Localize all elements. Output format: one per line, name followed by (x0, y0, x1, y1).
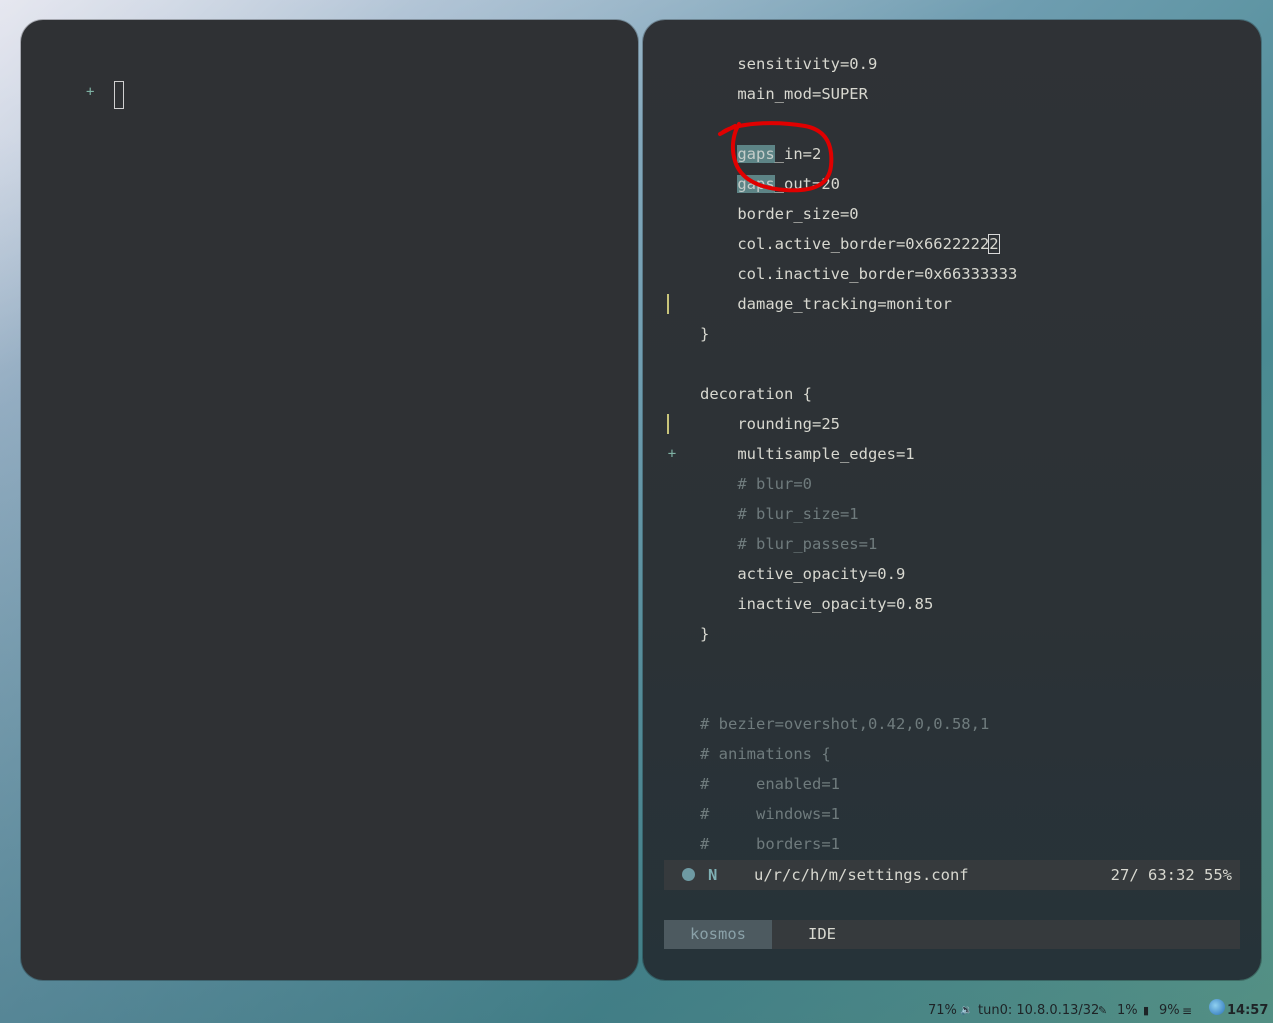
line-text: multisample_edges=1 (700, 445, 915, 463)
editor-line[interactable]: # blur=0 (664, 469, 1240, 499)
clock[interactable]: 14:57 (1227, 999, 1268, 1023)
left-terminal-window[interactable]: + (21, 20, 638, 980)
cpu-usage: 1% (1117, 1003, 1138, 1018)
file-path: u/r/c/h/m/settings.conf (754, 866, 969, 884)
line-text: col.inactive_border=0x66333333 (700, 265, 1018, 283)
line-text: # bezier=overshot,0.42,0,0.58,1 (700, 715, 990, 733)
editor-line[interactable] (664, 679, 1240, 709)
editor-line[interactable] (664, 649, 1240, 679)
cpu-icon: ▮ (1143, 1004, 1150, 1017)
memory-usage: 9% (1159, 1003, 1180, 1018)
line-text: # blur_passes=1 (700, 535, 878, 553)
line-text: # borders=1 (700, 835, 840, 853)
line-text: # windows=1 (700, 805, 840, 823)
editor-line[interactable]: inactive_opacity=0.85 (664, 589, 1240, 619)
git-added-marker: + (667, 446, 677, 462)
line-text: damage_tracking=monitor (700, 295, 952, 313)
vim-mode-indicator: N (708, 866, 718, 884)
editor-line[interactable]: # borders=1 (664, 829, 1240, 859)
tab-ide[interactable]: IDE (772, 920, 872, 949)
editor-line[interactable]: sensitivity=0.9 (664, 49, 1240, 79)
volume-value[interactable]: 71% (928, 999, 957, 1023)
line-text: sensitivity=0.9 (700, 55, 878, 73)
editor-line[interactable]: + multisample_edges=1 (664, 439, 1240, 469)
editor-line[interactable]: # enabled=1 (664, 769, 1240, 799)
line-text: main_mod=SUPER (700, 85, 868, 103)
cursor-position: 27/ 63:32 55% (1110, 866, 1232, 884)
line-text: active_opacity=0.9 (700, 565, 906, 583)
editor-line[interactable]: border_size=0 (664, 199, 1240, 229)
tmux-tab-bar: kosmos IDE (664, 920, 1240, 949)
editor-line[interactable]: active_opacity=0.9 (664, 559, 1240, 589)
line-text: rounding=25 (700, 415, 840, 433)
statusline: N u/r/c/h/m/settings.conf 27/ 63:32 55% (664, 860, 1240, 890)
line-text: } (700, 625, 710, 643)
terminal-cursor (114, 81, 124, 109)
editor-line[interactable]: # animations { (664, 739, 1240, 769)
editor-line[interactable]: # windows=1 (664, 799, 1240, 829)
editor-line[interactable]: } (664, 619, 1240, 649)
editor-line[interactable]: col.inactive_border=0x66333333 (664, 259, 1240, 289)
line-text: # blur=0 (700, 475, 812, 493)
line-text: decoration { (700, 385, 812, 403)
editor-line[interactable] (664, 349, 1240, 379)
line-text: # enabled=1 (700, 775, 840, 793)
red-circle-annotation (718, 121, 834, 193)
editor-line[interactable]: damage_tracking=monitor (664, 289, 1240, 319)
network-status[interactable]: tun0: 10.8.0.13/32 (978, 999, 1099, 1023)
speaker-icon[interactable]: 🔉 (960, 999, 972, 1023)
line-text: inactive_opacity=0.85 (700, 595, 934, 613)
prompt-symbol: + (86, 84, 95, 100)
editor-line[interactable]: decoration { (664, 379, 1240, 409)
editor-line[interactable]: rounding=25 (664, 409, 1240, 439)
line-text: border_size=0 (700, 205, 859, 223)
editor-line[interactable]: # bezier=overshot,0.42,0,0.58,1 (664, 709, 1240, 739)
link-icon: ✎ (1098, 1004, 1108, 1017)
memory-icon: ≡ (1182, 1004, 1193, 1018)
editor-line[interactable]: # blur_passes=1 (664, 529, 1240, 559)
editor-line[interactable]: main_mod=SUPER (664, 79, 1240, 109)
line-text: # animations { (700, 745, 831, 763)
tab-kosmos[interactable]: kosmos (664, 920, 772, 949)
network-manager-icon[interactable] (1209, 999, 1225, 1015)
line-text: # blur_size=1 (700, 505, 859, 523)
editor-line[interactable]: } (664, 319, 1240, 349)
line-text: } (700, 325, 710, 343)
editor-line[interactable]: col.active_border=0x66222222 (664, 229, 1240, 259)
line-text: col.active_border=0x66222222 (700, 234, 1000, 254)
system-panel: 71% 🔉 tun0: 10.8.0.13/32 ✎ 1% ▮ 9% ≡ 14:… (928, 999, 1273, 1023)
editor-line[interactable]: # blur_size=1 (664, 499, 1240, 529)
status-dot-icon (682, 868, 695, 881)
editor-cursor: 2 (988, 234, 1000, 254)
